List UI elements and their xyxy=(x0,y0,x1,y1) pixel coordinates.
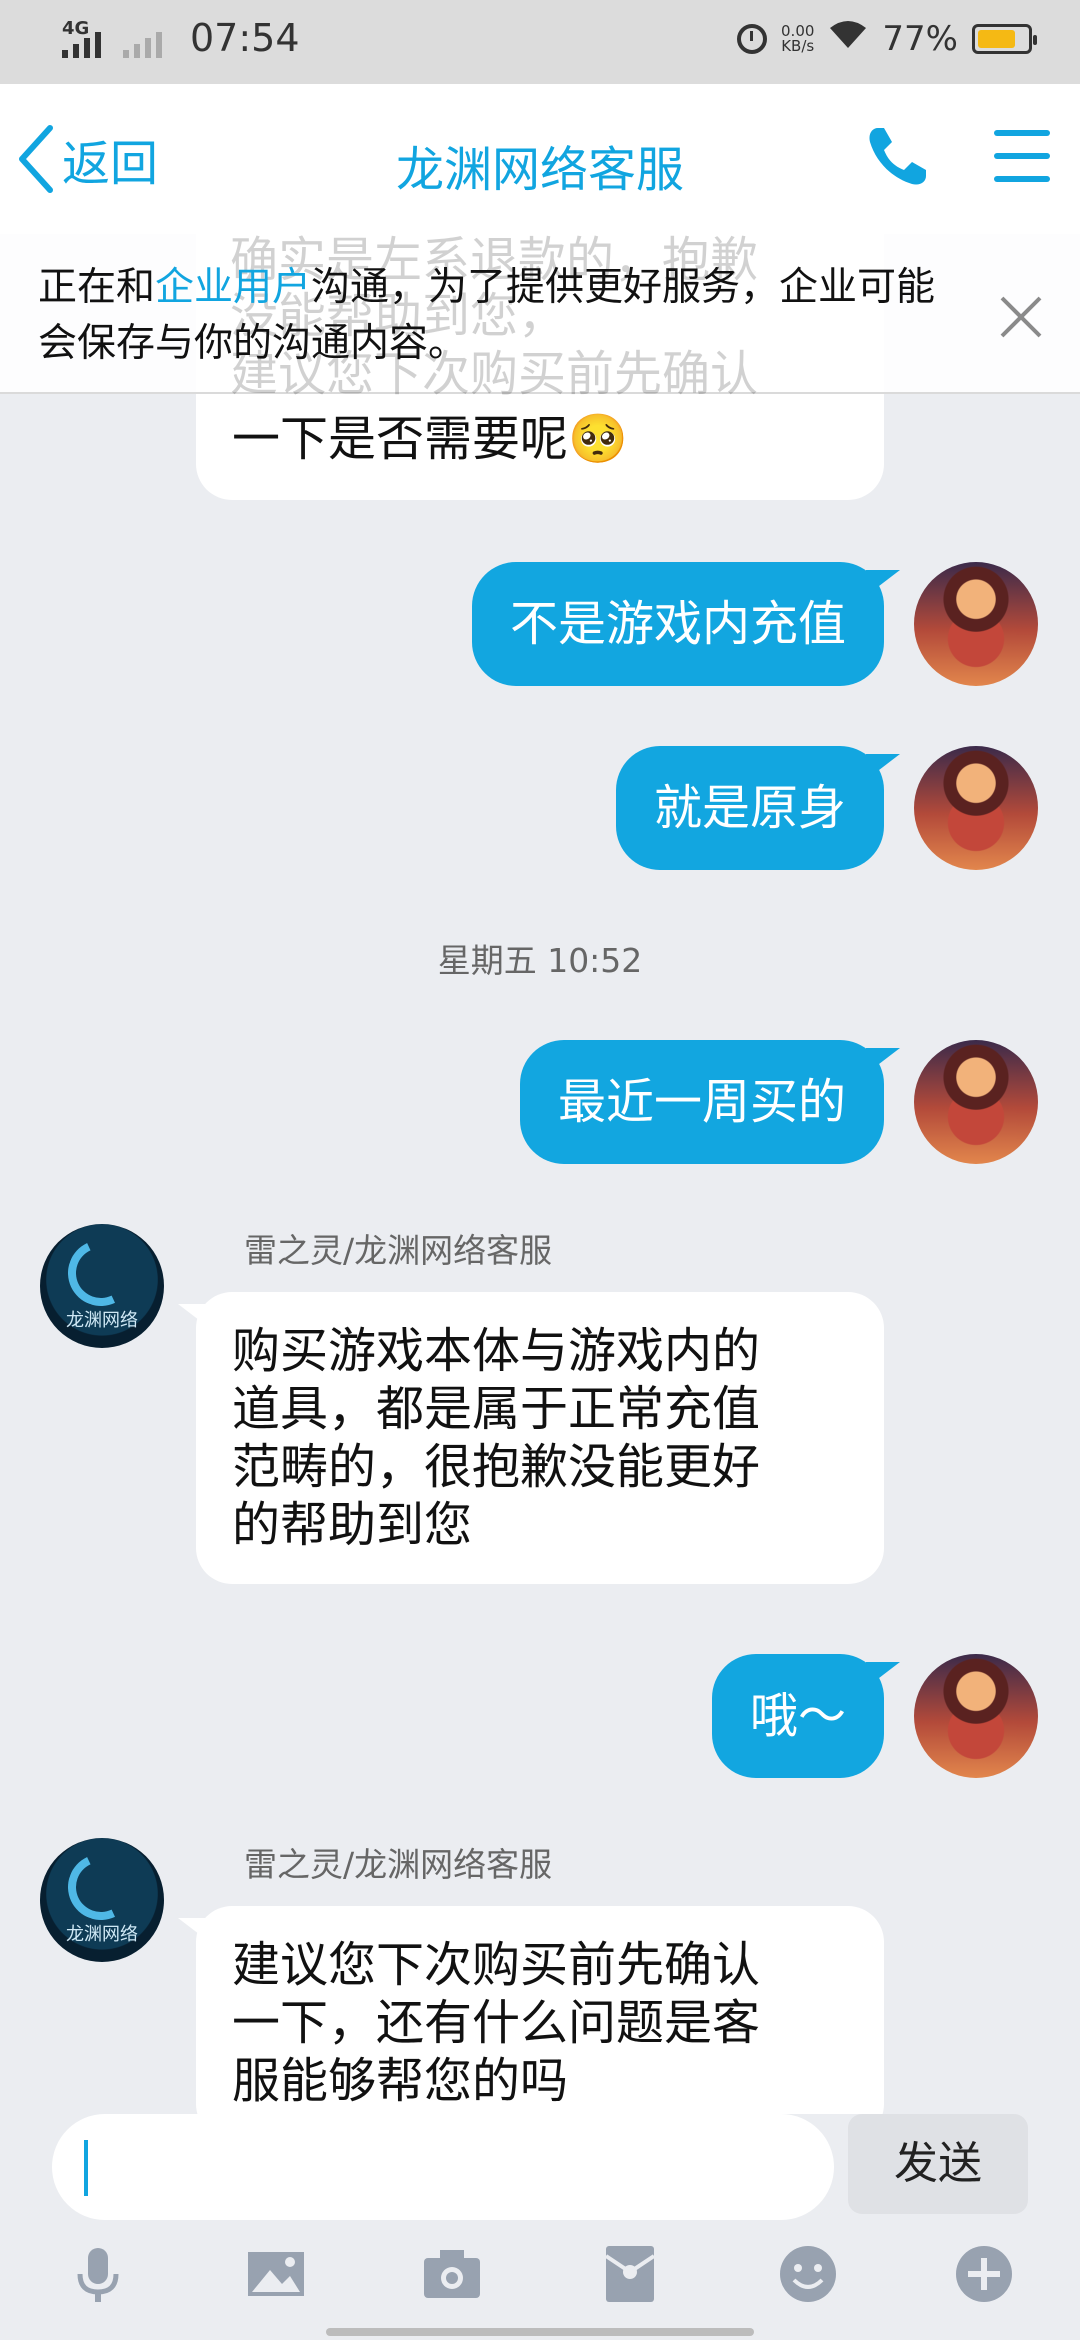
battery-percent: 77% xyxy=(882,18,958,59)
emoji-icon[interactable] xyxy=(776,2242,840,2306)
battery-icon xyxy=(972,23,1037,54)
sender-name: 雷之灵/龙渊网络客服 xyxy=(244,1845,553,1884)
message-timestamp: 星期五 10:52 xyxy=(437,941,643,980)
enterprise-notice-banner: 确实是左系退款的，抱歉 没能帮助到您， 建议您下次购买前先确认 正在和企业用户沟… xyxy=(0,232,1080,402)
input-bar: 发送 xyxy=(0,2114,1080,2340)
menu-icon[interactable] xyxy=(994,130,1050,182)
my-avatar[interactable] xyxy=(914,1040,1038,1164)
support-avatar[interactable]: 龙渊网络 xyxy=(40,1224,164,1348)
camera-icon[interactable] xyxy=(420,2242,484,2306)
notice-text: 正在和企业用户沟通，为了提供更好服务，企业可能会保存与你的沟通内容。 xyxy=(38,265,936,366)
enterprise-user-link[interactable]: 企业用户 xyxy=(155,265,311,310)
my-avatar[interactable] xyxy=(914,562,1038,686)
wifi-icon xyxy=(828,18,868,59)
status-time: 07:54 xyxy=(190,16,300,60)
network-speed: 0.00 KB/s xyxy=(781,21,815,55)
message-incoming: 购买游戏本体与游戏内的 道具，都是属于正常充值 范畴的，很抱歉没能更好 的帮助到… xyxy=(178,1292,884,1584)
home-indicator[interactable] xyxy=(326,2328,754,2336)
red-packet-icon[interactable] xyxy=(598,2242,662,2306)
alarm-icon xyxy=(737,23,768,54)
message-outgoing: 最近一周买的 xyxy=(519,1040,901,1164)
status-bar: 4G 07:54 0.00 KB/s 77% xyxy=(0,0,1080,84)
support-avatar[interactable]: 龙渊网络 xyxy=(40,1838,164,1962)
second-signal-icon xyxy=(123,18,162,58)
chat-header: 返回 龙渊网络客服 xyxy=(0,84,1080,234)
image-icon[interactable] xyxy=(244,2242,308,2306)
message-input[interactable] xyxy=(52,2114,834,2220)
message-incoming: 建议您下次购买前先确认 一下，还有什么问题是客 服能够帮您的吗 xyxy=(178,1906,884,2114)
input-toolbar xyxy=(0,2242,1080,2322)
microphone-icon[interactable] xyxy=(66,2242,130,2306)
send-button[interactable]: 发送 xyxy=(848,2114,1028,2214)
message-list[interactable]: 一下是否需要呢🥺 不是游戏内充值 就是原身 星期五 10:52 最近一周买的 龙… xyxy=(0,234,1080,2114)
message-outgoing: 哦～ xyxy=(711,1654,901,1778)
network-type: 4G xyxy=(62,18,90,39)
my-avatar[interactable] xyxy=(914,746,1038,870)
cellular-signal-icon: 4G xyxy=(62,18,101,58)
sender-name: 雷之灵/龙渊网络客服 xyxy=(244,1231,553,1270)
my-avatar[interactable] xyxy=(914,1654,1038,1778)
phone-icon[interactable] xyxy=(864,124,930,190)
plus-icon[interactable] xyxy=(952,2242,1016,2306)
message-outgoing: 就是原身 xyxy=(615,746,901,870)
message-outgoing: 不是游戏内充值 xyxy=(471,562,901,686)
close-icon[interactable] xyxy=(996,292,1046,342)
text-caret xyxy=(84,2140,88,2196)
